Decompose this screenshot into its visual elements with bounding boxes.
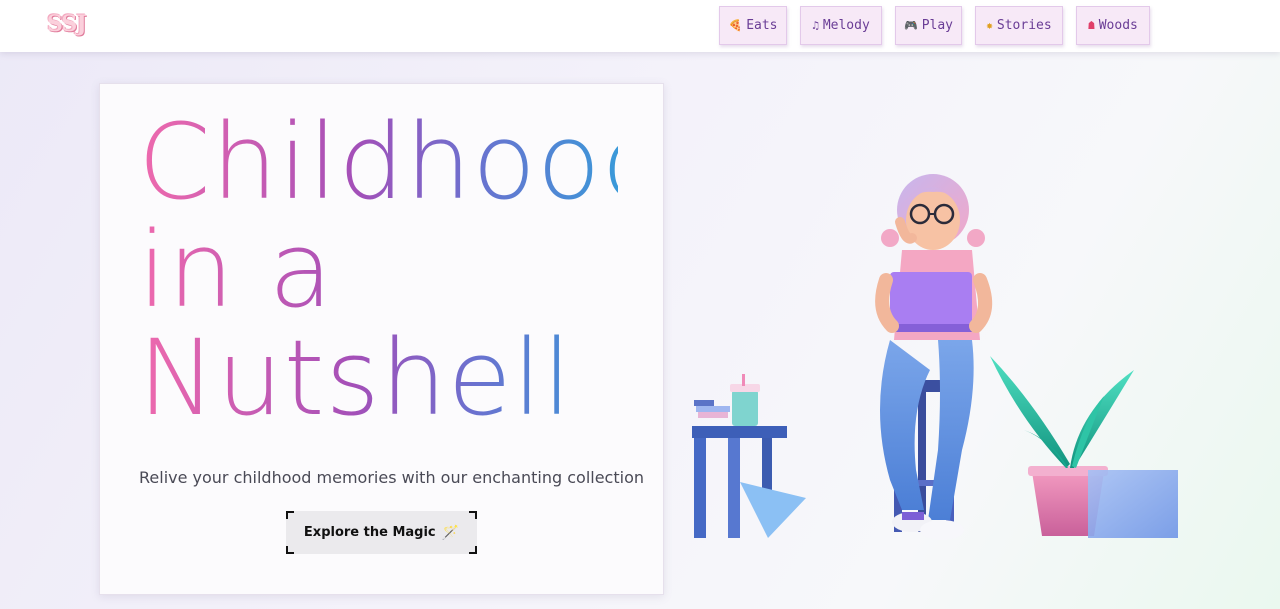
nav-play-label: Play [921,18,953,33]
side-table [692,374,806,538]
girl-with-laptop-illustration [680,150,1190,550]
nav-woods-button[interactable]: ☗ Woods [1076,6,1150,45]
explore-button[interactable]: Explore the Magic 🪄 [286,511,477,554]
nav-woods-label: Woods [1098,18,1138,33]
backpack-icon: ☗ [1088,19,1095,32]
blue-box [1088,470,1178,538]
nav-eats-label: Eats [746,18,778,33]
magic-wand-icon: 🪄 [441,524,460,541]
hero-title-line-1: Childhood [138,101,669,223]
nav-eats-button[interactable]: 🍕 Eats [719,6,787,45]
sparkle-icon: ✸ [986,19,993,32]
explore-button-label: Explore the Magic [303,525,436,540]
nav-melody-label: Melody [822,18,870,33]
cta-corner [286,511,294,519]
navbar: SSJ 🍕 Eats ♫ Melody 🎮 Play ✸ Stories ☗ W… [0,0,1280,52]
hero-subtitle: Relive your childhood memories with our … [139,468,644,487]
hero-title-line-2: in a [138,209,334,331]
nav-melody-button[interactable]: ♫ Melody [800,6,882,45]
cta-corner [469,546,477,554]
music-note-icon: ♫ [812,19,819,32]
gamepad-icon: 🎮 [903,19,918,32]
pizza-icon: 🍕 [728,19,743,32]
logo[interactable]: SSJ [47,11,87,37]
hero-title: Childhood in a Nutshell [138,108,618,432]
cta-corner [469,511,477,519]
nav-stories-button[interactable]: ✸ Stories [975,6,1063,45]
illustration-svg [692,174,1178,540]
cta-corner [286,546,294,554]
hero-title-line-3: Nutshell [138,317,573,439]
nav-play-button[interactable]: 🎮 Play [895,6,962,45]
nav-stories-label: Stories [996,18,1052,33]
